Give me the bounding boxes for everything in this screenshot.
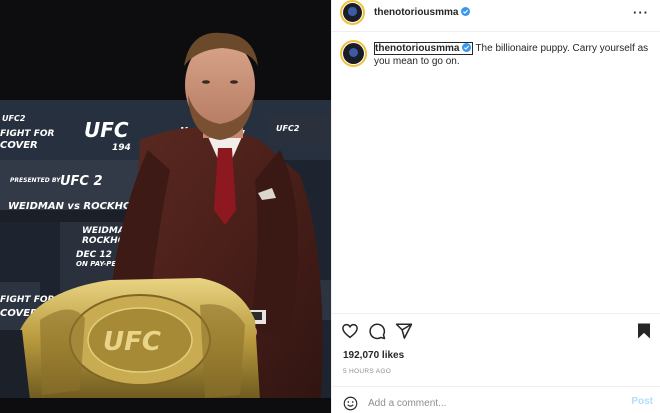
actions-divider — [332, 313, 660, 314]
comment-bar: Post — [332, 392, 660, 413]
backdrop-fight-for: FIGHT FOR — [0, 129, 54, 139]
backdrop-presented-by: PRESENTED BY — [10, 177, 61, 184]
caption-username[interactable]: thenotoriousmma — [374, 42, 474, 55]
post-image: UFC2 FIGHT FOR COVER UFC 194 Mc UFC2 PRE… — [0, 0, 331, 413]
header-username[interactable]: thenotoriousmma — [374, 7, 471, 18]
caption-username-text[interactable]: thenotoriousmma — [375, 43, 459, 54]
comment-input[interactable] — [368, 395, 618, 411]
action-bar — [341, 322, 653, 342]
backdrop-ufc2-left: UFC2 — [2, 114, 26, 123]
backdrop-date: DEC 12 — [76, 250, 112, 260]
caption: thenotoriousmma The billionaire puppy. Ca… — [374, 42, 652, 68]
tie — [214, 148, 236, 225]
backdrop-weidman-rockhold: WEIDMAN vs ROCKHOLD — [8, 201, 146, 212]
caption-avatar[interactable] — [343, 43, 364, 64]
likes-count[interactable]: 192,070 likes — [343, 350, 404, 361]
bookmark-icon[interactable] — [635, 322, 653, 340]
backdrop-cover-top: COVER — [0, 140, 38, 151]
post-panel: thenotoriousmma ··· thenotoriousmma The b… — [331, 0, 660, 413]
post-button[interactable]: Post — [631, 396, 653, 407]
post-header: thenotoriousmma ··· — [332, 0, 660, 25]
backdrop-ufc2-right: UFC2 — [276, 124, 300, 133]
post-photo[interactable]: UFC2 FIGHT FOR COVER UFC 194 Mc UFC2 PRE… — [0, 0, 331, 413]
header-divider — [332, 31, 660, 32]
belt-ufc-text: UFC — [103, 327, 161, 357]
verified-badge-icon — [461, 7, 471, 16]
verified-badge-icon — [462, 43, 472, 52]
backdrop-ea-ufc2: UFC 2 — [60, 174, 103, 189]
comment-icon[interactable] — [368, 322, 386, 340]
heart-icon[interactable] — [341, 322, 359, 340]
header-username-text[interactable]: thenotoriousmma — [374, 7, 458, 18]
emoji-icon[interactable] — [343, 396, 358, 411]
comment-divider — [332, 386, 660, 387]
post-time[interactable]: 5 HOURS AGO — [343, 368, 391, 375]
backdrop-event-number: 194 — [112, 143, 131, 153]
backdrop-ufc-logo: UFC — [84, 118, 129, 142]
more-icon[interactable]: ··· — [633, 5, 649, 20]
share-icon[interactable] — [395, 322, 413, 340]
avatar[interactable] — [343, 3, 362, 22]
